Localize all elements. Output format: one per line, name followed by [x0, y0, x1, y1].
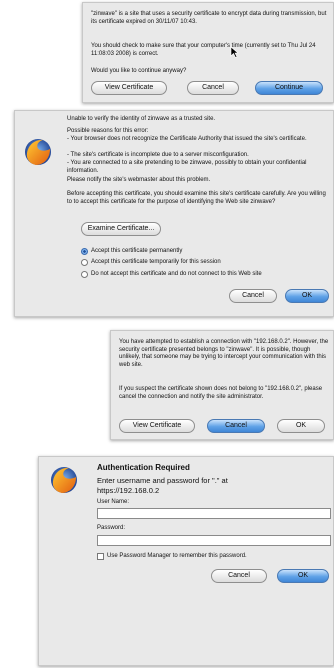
expired-message: "zinwave" is a site that uses a security… [91, 11, 327, 25]
cancel-button[interactable]: Cancel [211, 569, 267, 583]
username-label: User Name: [97, 499, 130, 505]
cancel-button[interactable]: Cancel [187, 81, 239, 95]
view-certificate-button[interactable]: View Certificate [119, 419, 195, 433]
accept-session-radio[interactable] [81, 259, 88, 266]
view-certificate-button[interactable]: View Certificate [91, 81, 167, 95]
mouse-cursor-icon [230, 46, 239, 58]
password-label: Password: [97, 525, 126, 531]
firefox-logo-icon [25, 139, 51, 165]
expired-advice: You should check to make sure that your … [91, 43, 316, 57]
cancel-button[interactable]: Cancel [207, 419, 265, 433]
ok-button[interactable]: OK [277, 419, 325, 433]
examine-certificate-button[interactable]: Examine Certificate... [81, 222, 161, 236]
firefox-logo-icon [51, 467, 77, 493]
auth-title: Authentication Required [97, 463, 190, 472]
continue-button[interactable]: Continue [255, 81, 323, 95]
username-field[interactable] [97, 508, 331, 519]
untrusted-heading: Unable to verify the identity of zinwave… [67, 116, 216, 122]
password-field[interactable] [97, 535, 331, 546]
reject-certificate-radio[interactable] [81, 271, 88, 278]
reasons-title: Possible reasons for this error: [67, 128, 149, 134]
mismatch-message: You have attempted to establish a connec… [119, 339, 329, 368]
accept-permanently-label[interactable]: Accept this certificate permanently [91, 248, 329, 256]
ok-button[interactable]: OK [285, 289, 329, 303]
unknown-authority-dialog: Unable to verify the identity of zinwave… [14, 110, 334, 317]
reason-impersonation: - You are connected to a site pretending… [67, 160, 307, 174]
auth-prompt: Enter username and password for "." at h… [97, 476, 228, 495]
remember-password-checkbox[interactable] [97, 553, 104, 560]
authentication-dialog: Authentication Required Enter username a… [38, 456, 334, 666]
cancel-button[interactable]: Cancel [229, 289, 277, 303]
examine-advice: Before accepting this certificate, you s… [67, 191, 326, 205]
accept-permanently-radio[interactable] [81, 248, 88, 255]
certificate-expired-dialog: "zinwave" is a site that uses a security… [82, 2, 334, 103]
reason-incomplete-certificate: - The site's certificate is incomplete d… [67, 152, 249, 158]
mismatch-advice: If you suspect the certificate shown doe… [119, 386, 323, 400]
expired-question: Would you like to continue anyway? [91, 68, 187, 74]
ok-button[interactable]: OK [277, 569, 329, 583]
remember-password-label[interactable]: Use Password Manager to remember this pa… [107, 553, 327, 561]
domain-mismatch-dialog: You have attempted to establish a connec… [110, 330, 334, 440]
accept-session-label[interactable]: Accept this certificate temporarily for … [91, 259, 329, 267]
reason-unrecognized-authority: - Your browser does not recognize the Ce… [67, 136, 307, 142]
notify-webmaster-text: Please notify the site's webmaster about… [67, 177, 211, 183]
reject-certificate-label[interactable]: Do not accept this certificate and do no… [91, 271, 331, 279]
